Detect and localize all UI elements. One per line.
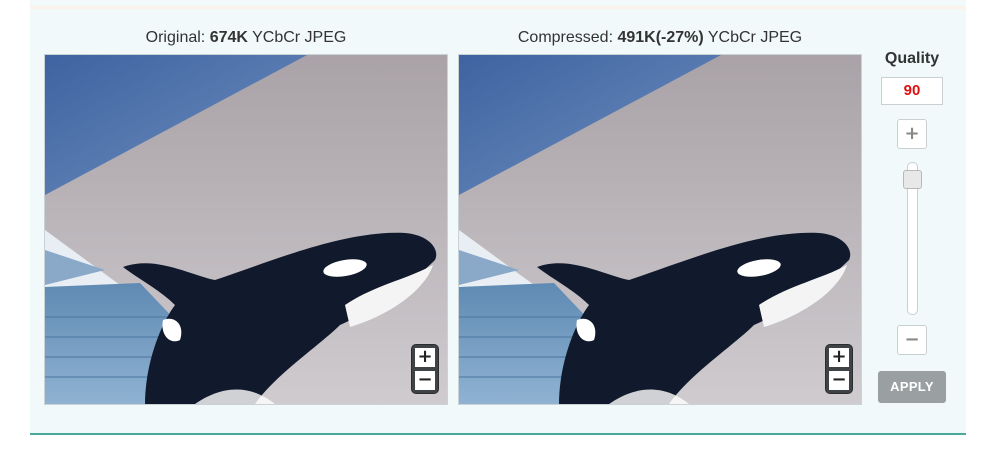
compressed-zoom-out-button[interactable]: − [829, 371, 849, 390]
quality-increase-button[interactable]: + [897, 119, 927, 149]
quality-slider-thumb[interactable] [903, 169, 922, 189]
original-size: 674K [209, 29, 248, 46]
compressed-size: 491K(-27%) [617, 29, 704, 46]
quality-decrease-button[interactable]: − [897, 325, 927, 355]
quality-label: Quality [884, 50, 940, 67]
original-zoom-out-button[interactable]: − [415, 371, 435, 390]
original-zoom-in-button[interactable]: + [415, 348, 435, 367]
compressed-image-viewer[interactable]: + − [458, 54, 862, 405]
top-divider [30, 6, 966, 9]
original-zoom-controls: + − [412, 345, 438, 393]
bottom-divider [30, 433, 966, 435]
apply-button[interactable]: APPLY [878, 371, 946, 403]
compressed-zoom-in-button[interactable]: + [829, 348, 849, 367]
quality-input[interactable]: 90 [881, 77, 943, 105]
compressed-orca-image [459, 55, 861, 404]
original-image-viewer[interactable]: + − [44, 54, 448, 405]
original-image-title: Original: 674K YCbCr JPEG [145, 29, 347, 46]
compressed-image-title: Compressed: 491K(-27%) YCbCr JPEG [517, 29, 803, 46]
compressed-zoom-controls: + − [826, 345, 852, 393]
original-orca-image [45, 55, 447, 404]
